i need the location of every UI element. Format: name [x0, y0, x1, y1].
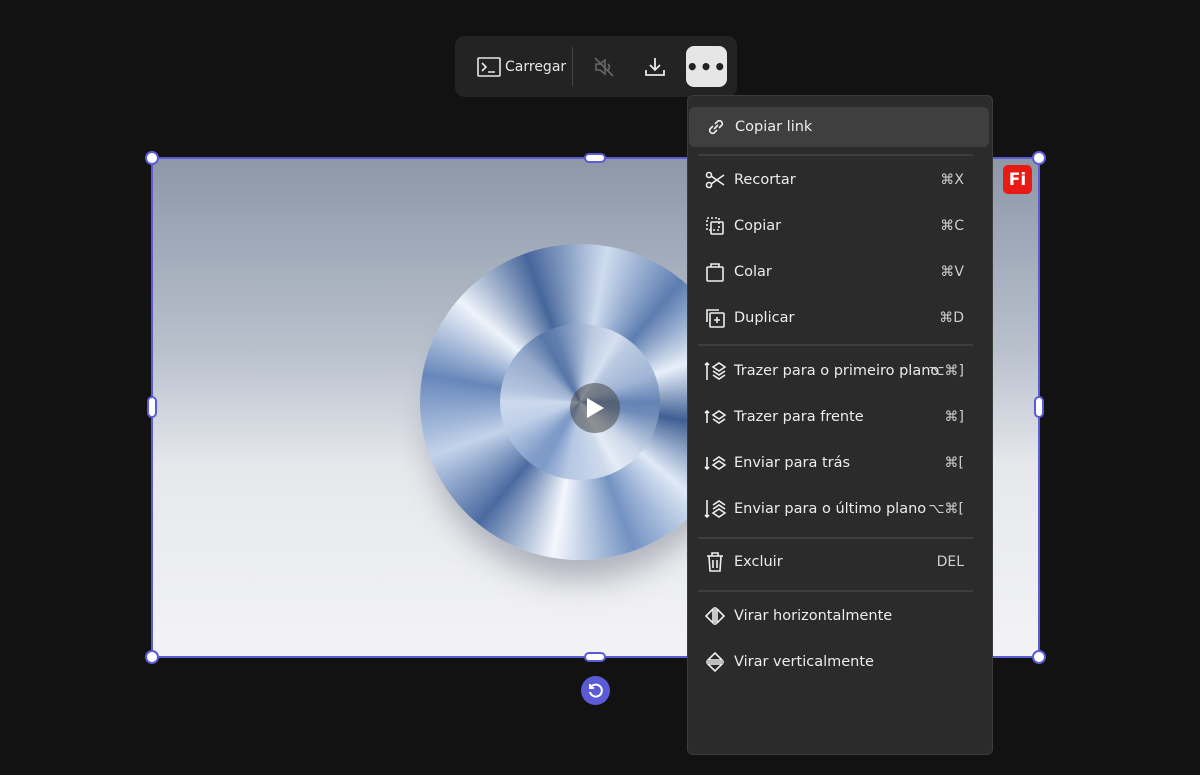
copy-icon: [706, 217, 724, 235]
menu-item-send-to-back[interactable]: Enviar para o último plano ⌥⌘[: [688, 489, 988, 529]
menu-divider: [698, 537, 973, 539]
resize-handle-right[interactable]: [1034, 396, 1044, 418]
upload-label: Carregar: [505, 59, 567, 75]
bring-forward-icon: [704, 409, 726, 424]
send-backward-icon: [704, 456, 726, 471]
play-icon: [587, 398, 604, 418]
link-icon: [708, 119, 724, 135]
menu-item-duplicate[interactable]: Duplicar ⌘D: [688, 298, 988, 338]
download-icon: [645, 58, 665, 76]
resize-handle-left[interactable]: [147, 396, 157, 418]
toolbar-divider: [572, 47, 573, 86]
menu-divider: [698, 344, 973, 346]
resize-handle-top-left[interactable]: [145, 151, 159, 165]
app-badge: Fi: [1003, 165, 1032, 194]
rotate-icon: [588, 683, 603, 698]
flip-horizontal-icon: [704, 607, 726, 625]
menu-divider: [698, 590, 973, 592]
menu-divider: [698, 154, 973, 156]
resize-handle-bottom-right[interactable]: [1032, 650, 1046, 664]
context-menu: Copiar link Recortar ⌘X Copiar ⌘C Colar ⌘V …: [687, 95, 993, 755]
download-button[interactable]: [638, 50, 672, 84]
menu-item-bring-forward[interactable]: Trazer para frente ⌘]: [688, 397, 988, 437]
menu-item-bring-to-front[interactable]: Trazer para o primeiro plano ⌥⌘]: [688, 351, 988, 391]
menu-item-cut[interactable]: Recortar ⌘X: [688, 160, 988, 200]
flip-vertical-icon: [706, 651, 724, 673]
scissors-icon: [705, 171, 725, 189]
muted-speaker-icon: [594, 57, 614, 77]
menu-item-flip-vertical[interactable]: Virar verticalmente: [688, 642, 988, 682]
paste-icon: [706, 263, 724, 282]
duplicate-icon: [706, 309, 725, 328]
menu-item-copy[interactable]: Copiar ⌘C: [688, 206, 988, 246]
menu-item-paste[interactable]: Colar ⌘V: [688, 252, 988, 292]
resize-handle-top-right[interactable]: [1032, 151, 1046, 165]
menu-item-copy-link[interactable]: Copiar link: [689, 107, 989, 147]
play-button[interactable]: [570, 383, 620, 433]
rotate-handle[interactable]: [581, 676, 610, 705]
floating-toolbar: Carregar •••: [455, 36, 737, 97]
more-icon: •••: [685, 54, 728, 79]
resize-handle-bottom-left[interactable]: [145, 650, 159, 664]
trash-icon: [707, 552, 723, 572]
upload-button[interactable]: Carregar: [477, 50, 566, 84]
send-to-back-icon: [704, 500, 726, 519]
menu-item-flip-horizontal[interactable]: Virar horizontalmente: [688, 596, 988, 636]
menu-item-delete[interactable]: Excluir DEL: [688, 542, 988, 582]
bring-to-front-icon: [704, 361, 726, 380]
resize-handle-bottom[interactable]: [584, 652, 606, 662]
terminal-icon: [477, 57, 501, 77]
menu-item-send-backward[interactable]: Enviar para trás ⌘[: [688, 443, 988, 483]
mute-button[interactable]: [587, 50, 621, 84]
resize-handle-top[interactable]: [584, 153, 606, 163]
more-button[interactable]: •••: [686, 46, 727, 87]
